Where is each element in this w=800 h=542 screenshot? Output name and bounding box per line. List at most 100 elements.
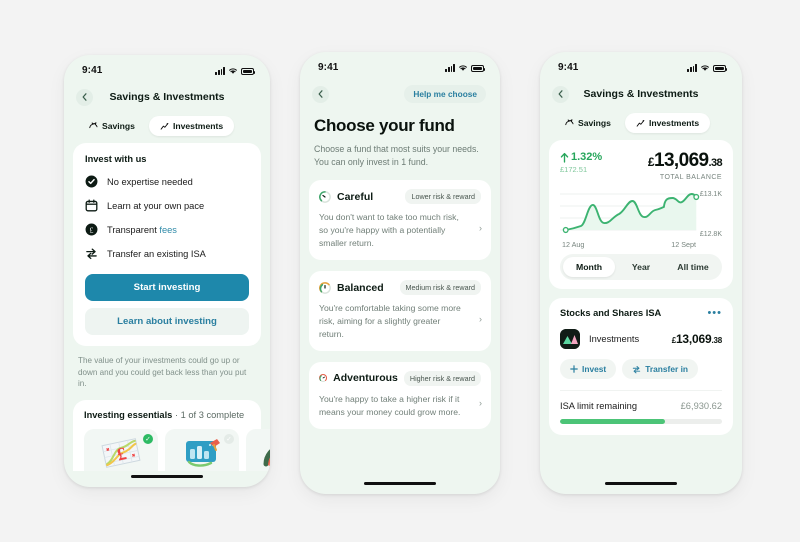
chevron-right-icon: ›	[479, 223, 482, 234]
tab-investments[interactable]: Investments	[148, 116, 235, 136]
isa-amount-minor: .38	[711, 336, 722, 345]
investments-app-icon	[560, 329, 580, 349]
fund-header: Balanced Medium risk & reward	[319, 280, 481, 296]
wifi-icon	[229, 67, 237, 74]
nav-bar: Help me choose	[300, 78, 500, 108]
fund-description: You're happy to take a higher risk if it…	[319, 393, 461, 417]
invest-with-us-card: Invest with us No expertise needed Learn…	[73, 143, 261, 346]
trending-up-icon	[160, 122, 169, 130]
home-indicator	[64, 471, 270, 487]
essentials-carousel[interactable]: ✓ £ ✓	[73, 429, 270, 471]
scroll-body[interactable]: Invest with us No expertise needed Learn…	[64, 143, 270, 471]
isa-title: Stocks and Shares ISA	[560, 308, 662, 318]
chart-x-start-label: 12 Aug	[562, 240, 585, 249]
scroll-body[interactable]: 1.32% £172.51 £13,069.38 TOTAL BALANCE £…	[540, 140, 742, 478]
start-investing-button[interactable]: Start investing	[85, 274, 249, 301]
calendar-icon	[85, 199, 98, 212]
savings-piggy-icon	[89, 121, 98, 128]
phone-mockup-savings-investments: 9:41 Savings & Investments Savings Inves…	[64, 55, 270, 487]
wifi-icon	[459, 64, 467, 71]
page-title: Savings & Investments	[109, 91, 225, 103]
invest-card-title: Invest with us	[85, 154, 147, 164]
range-month[interactable]: Month	[563, 257, 615, 277]
transfer-arrows-icon	[633, 365, 641, 373]
risk-gauge-illustration: £	[252, 434, 270, 471]
fund-description: You're comfortable taking some more risk…	[319, 303, 461, 339]
battery-full-icon	[471, 64, 486, 72]
gauge-high-icon	[319, 374, 328, 383]
chevron-left-icon	[82, 93, 87, 101]
fund-option-adventurous[interactable]: Adventurous Higher risk & reward You're …	[309, 361, 491, 429]
transfer-in-button[interactable]: Transfer in	[622, 359, 699, 379]
arrow-up-icon	[560, 152, 569, 163]
fees-link[interactable]: fees	[159, 225, 177, 235]
isa-limit-progress-bar	[560, 419, 722, 424]
chevron-right-icon: ›	[479, 398, 482, 409]
scroll-body[interactable]: Choose your fund Choose a fund that most…	[300, 108, 500, 478]
status-time: 9:41	[82, 64, 103, 76]
battery-full-icon	[713, 64, 728, 72]
tab-investments[interactable]: Investments	[624, 113, 711, 133]
chart-end-marker	[693, 193, 700, 201]
feature-transfer-isa: Transfer an existing ISA	[85, 247, 249, 260]
isa-limit-row: ISA limit remaining £6,930.62	[560, 390, 722, 411]
feature-no-expertise: No expertise needed	[85, 175, 249, 188]
invest-button[interactable]: Invest	[560, 359, 617, 379]
phone-mockup-portfolio-balance: 9:41 Savings & Investments Savings Inves…	[540, 52, 742, 494]
tab-savings[interactable]: Savings	[554, 113, 622, 133]
svg-text:£: £	[90, 225, 94, 234]
isa-amount-major: 13,069	[675, 332, 712, 346]
essentials-card-risk-and-reward[interactable]: £ Risk and r	[246, 429, 270, 471]
tab-savings[interactable]: Savings	[78, 116, 146, 136]
investing-essentials-card: Investing essentials · 1 of 3 complete ✓	[73, 400, 270, 471]
cellular-signal-icon	[687, 63, 697, 72]
isa-limit-label: ISA limit remaining	[560, 401, 637, 411]
tab-investments-label: Investments	[648, 118, 700, 128]
back-button[interactable]	[76, 88, 93, 106]
more-horizontal-icon[interactable]: •••	[707, 308, 722, 319]
tab-savings-label: Savings	[578, 118, 611, 128]
balance-line-chart[interactable]: £13.1K £12.8K 12 Aug 12 Sept	[560, 189, 722, 249]
essentials-card-saving-versus-investing[interactable]: ✓ £	[84, 429, 158, 471]
change-percent-value: 1.32%	[571, 151, 603, 163]
pound-coin-icon: £	[85, 223, 98, 236]
gauge-low-icon	[319, 190, 331, 203]
chart-start-marker	[562, 226, 569, 234]
battery-full-icon	[241, 67, 256, 75]
savings-piggy-icon	[565, 118, 574, 125]
essentials-card-what-youre-investing-in[interactable]: ✓	[165, 429, 239, 471]
feature-text: Transparent	[107, 224, 160, 235]
range-all-time[interactable]: All time	[667, 257, 719, 277]
fund-option-careful[interactable]: Careful Lower risk & reward You don't wa…	[309, 180, 491, 261]
investment-disclaimer: The value of your investments could go u…	[78, 356, 247, 389]
chart-y-min-label: £12.8K	[699, 231, 722, 238]
segmented-tabs: Savings Investments	[64, 111, 270, 143]
invest-button-label: Invest	[582, 364, 607, 374]
balance-row: 1.32% £172.51 £13,069.38 TOTAL BALANCE	[560, 151, 723, 181]
total-balance-amount: £13,069.38	[648, 151, 723, 170]
range-year[interactable]: Year	[615, 257, 667, 277]
help-me-choose-button[interactable]: Help me choose	[404, 85, 486, 103]
feature-label: Transfer an existing ISA	[107, 248, 206, 259]
nav-bar: Savings & Investments	[64, 81, 270, 111]
isa-limit-progress-fill	[560, 419, 666, 424]
essentials-header: Investing essentials · 1 of 3 complete	[73, 410, 261, 429]
balance-minor: .38	[708, 157, 723, 169]
segmented-tabs: Savings Investments	[540, 108, 742, 140]
back-button[interactable]	[552, 85, 569, 103]
time-range-selector: Month Year All time	[560, 254, 722, 280]
fund-header: Adventurous Higher risk & reward	[319, 370, 481, 386]
change-amount: £172.51	[560, 165, 588, 174]
tab-savings-label: Savings	[102, 121, 135, 131]
tab-investments-label: Investments	[172, 121, 224, 131]
back-button[interactable]	[312, 85, 329, 103]
isa-header: Stocks and Shares ISA •••	[560, 308, 722, 319]
page-title: Savings & Investments	[583, 88, 699, 100]
fund-header: Careful Lower risk & reward	[319, 189, 481, 205]
change-percent: 1.32%	[560, 151, 602, 163]
chevron-left-icon	[318, 90, 323, 98]
chevron-left-icon	[558, 90, 563, 98]
learn-about-investing-button[interactable]: Learn about investing	[85, 308, 249, 335]
fund-option-balanced[interactable]: Balanced Medium risk & reward You're com…	[309, 271, 491, 351]
isa-investments-row[interactable]: Investments £13,069.38	[560, 329, 722, 349]
